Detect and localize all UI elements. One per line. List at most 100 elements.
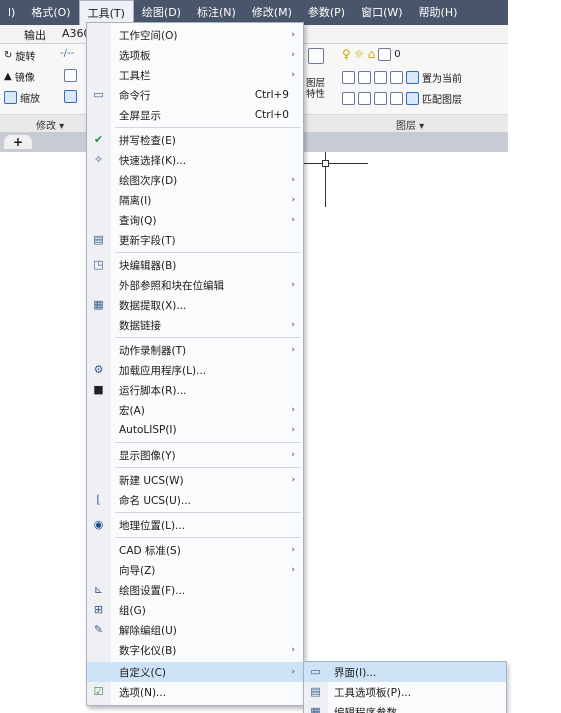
menu-item-customize[interactable]: 自定义(C) ›	[87, 662, 303, 682]
match-layer-label[interactable]: 匹配图层	[422, 91, 462, 106]
menu-item-block-editor[interactable]: ◳ 块编辑器(B)	[87, 255, 303, 275]
ungroup-icon: ✎	[93, 623, 104, 636]
menu-item-quick-select[interactable]: ✧ 快速选择(K)...	[87, 150, 303, 170]
menu-item-macro[interactable]: 宏(A) ›	[87, 400, 303, 420]
menu-item-label: 外部参照和块在位编辑	[119, 279, 224, 292]
menu-item-data-extraction[interactable]: ▦ 数据提取(X)...	[87, 295, 303, 315]
options-icon: ☑	[93, 685, 104, 698]
menu-item-label: 工具栏	[119, 69, 151, 82]
quick-select-icon: ✧	[93, 153, 104, 166]
set-current-icon[interactable]	[406, 71, 419, 84]
stretch-icon: -/--	[60, 48, 75, 59]
menu-item-draw-order[interactable]: 绘图次序(D) ›	[87, 170, 303, 190]
menu-item-wizards[interactable]: 向导(Z) ›	[87, 560, 303, 580]
menu-item-data-links[interactable]: 数据链接 ›	[87, 315, 303, 335]
menu-separator	[115, 467, 301, 468]
layer-lock-icon[interactable]	[390, 71, 403, 84]
menu-item-workspaces[interactable]: 工作空间(O) ›	[87, 25, 303, 45]
stretch-tool[interactable]: -/--	[60, 48, 74, 59]
menu-item-label: 运行脚本(R)...	[119, 384, 187, 397]
chevron-right-icon: ›	[291, 30, 295, 40]
menu-item-fullscreen[interactable]: 全屏显示 Ctrl+0	[87, 105, 303, 125]
menu-partial-item[interactable]: l)	[0, 0, 23, 25]
rotate-icon: ↻	[4, 50, 13, 61]
menu-item-label: 向导(Z)	[119, 564, 156, 577]
menu-item-toolbars[interactable]: 工具栏 ›	[87, 65, 303, 85]
layer-unisolate-icon[interactable]	[358, 92, 371, 105]
interface-icon: ▭	[310, 665, 321, 678]
menu-item-palettes[interactable]: 选项板 ›	[87, 45, 303, 65]
bulb-icon: ♀	[342, 47, 351, 61]
layer-dropdown[interactable]: ♀ ☼ ⌂ 0	[342, 48, 401, 61]
color-swatch-icon	[378, 48, 392, 61]
menu-window[interactable]: 窗口(W)	[353, 0, 410, 25]
menu-item-load-application[interactable]: ⚙ 加载应用程序(L)...	[87, 360, 303, 380]
menu-separator	[115, 512, 301, 513]
mirror-tool[interactable]: ▲ 镜像	[4, 69, 35, 84]
chevron-right-icon: ›	[291, 70, 295, 80]
menu-item-command-line[interactable]: ▭ 命令行 Ctrl+9	[87, 85, 303, 105]
menu-item-xref-inplace-edit[interactable]: 外部参照和块在位编辑 ›	[87, 275, 303, 295]
menu-item-options[interactable]: ☑ 选项(N)...	[87, 682, 303, 702]
panel-layers[interactable]: 图层 ▾	[396, 117, 424, 132]
menu-item-label: 工作空间(O)	[119, 29, 178, 42]
rotate-tool[interactable]: ↻ 旋转	[4, 48, 35, 63]
fillet-tool[interactable]	[64, 69, 77, 82]
customize-submenu: ▭ 界面(I)... ▤ 工具选项板(P)... ▦ 编辑程序参数	[303, 661, 507, 713]
menu-item-label: 数据提取(X)...	[119, 299, 187, 312]
menu-item-isolate[interactable]: 隔离(I) ›	[87, 190, 303, 210]
layer-properties-label[interactable]: 图层 特性	[306, 78, 325, 100]
menu-item-label: 绘图次序(D)	[119, 174, 178, 187]
scale-tool[interactable]: 缩放	[4, 90, 40, 105]
crosshair-pickbox	[322, 160, 329, 167]
layer-off-icon[interactable]	[342, 71, 355, 84]
menu-item-cad-standards[interactable]: CAD 标准(S) ›	[87, 540, 303, 560]
match-layer-icon[interactable]	[406, 92, 419, 105]
layer-current-value: 0	[394, 49, 401, 60]
menu-item-label: 宏(A)	[119, 404, 145, 417]
layer-properties-tool[interactable]	[308, 48, 324, 64]
layer-unlock-icon[interactable]	[390, 92, 403, 105]
layer-isolate-icon[interactable]	[358, 71, 371, 84]
layer-freeze-icon[interactable]	[374, 71, 387, 84]
sun-icon: ☼	[353, 47, 365, 61]
menu-item-run-script[interactable]: ■ 运行脚本(R)...	[87, 380, 303, 400]
menu-item-inquiry[interactable]: 查询(Q) ›	[87, 210, 303, 230]
scale-icon	[4, 91, 17, 104]
new-tab-button[interactable]: +	[4, 135, 32, 149]
menu-separator	[115, 537, 301, 538]
menu-item-ungroup[interactable]: ✎ 解除编组(U)	[87, 620, 303, 640]
menu-item-new-ucs[interactable]: 新建 UCS(W) ›	[87, 470, 303, 490]
menu-help[interactable]: 帮助(H)	[411, 0, 466, 25]
set-current-label[interactable]: 置为当前	[422, 70, 462, 85]
menu-item-named-ucs[interactable]: ⌊ 命名 UCS(U)...	[87, 490, 303, 510]
update-field-icon: ▤	[93, 233, 104, 246]
menu-item-spell-check[interactable]: ✔ 拼写检查(E)	[87, 130, 303, 150]
menu-item-action-recorder[interactable]: 动作录制器(T) ›	[87, 340, 303, 360]
layer-thaw-icon[interactable]	[374, 92, 387, 105]
menu-format[interactable]: 格式(O)	[23, 0, 78, 25]
menu-item-update-fields[interactable]: ▤ 更新字段(T)	[87, 230, 303, 250]
mirror-icon: ▲	[4, 71, 12, 82]
menu-item-geographic-location[interactable]: ◉ 地理位置(L)...	[87, 515, 303, 535]
menu-item-group[interactable]: ⊞ 组(G)	[87, 600, 303, 620]
tab-output[interactable]: 输出	[24, 27, 46, 43]
layer-on-icon[interactable]	[342, 92, 355, 105]
named-ucs-icon: ⌊	[96, 493, 101, 506]
spell-check-icon: ✔	[93, 133, 104, 146]
crosshair-horizontal	[300, 163, 368, 164]
rotate-label: 旋转	[15, 52, 36, 63]
menu-item-label: 更新字段(T)	[119, 234, 176, 247]
submenu-item-edit-parameters[interactable]: ▦ 编辑程序参数	[304, 702, 506, 713]
submenu-item-tool-palettes[interactable]: ▤ 工具选项板(P)...	[304, 682, 506, 702]
submenu-item-interface[interactable]: ▭ 界面(I)...	[304, 662, 506, 682]
menu-item-drafting-settings[interactable]: ⊾ 绘图设置(F)...	[87, 580, 303, 600]
menu-item-autolisp[interactable]: AutoLISP(I) ›	[87, 420, 303, 440]
menu-parametric[interactable]: 参数(P)	[300, 0, 353, 25]
panel-modify[interactable]: 修改 ▾	[36, 117, 64, 132]
menu-item-label: 全屏显示	[119, 109, 161, 122]
menu-item-display-image[interactable]: 显示图像(Y) ›	[87, 445, 303, 465]
menu-item-tablet[interactable]: 数字化仪(B) ›	[87, 640, 303, 660]
array-tool[interactable]	[64, 90, 77, 103]
drafting-settings-icon: ⊾	[93, 583, 104, 596]
